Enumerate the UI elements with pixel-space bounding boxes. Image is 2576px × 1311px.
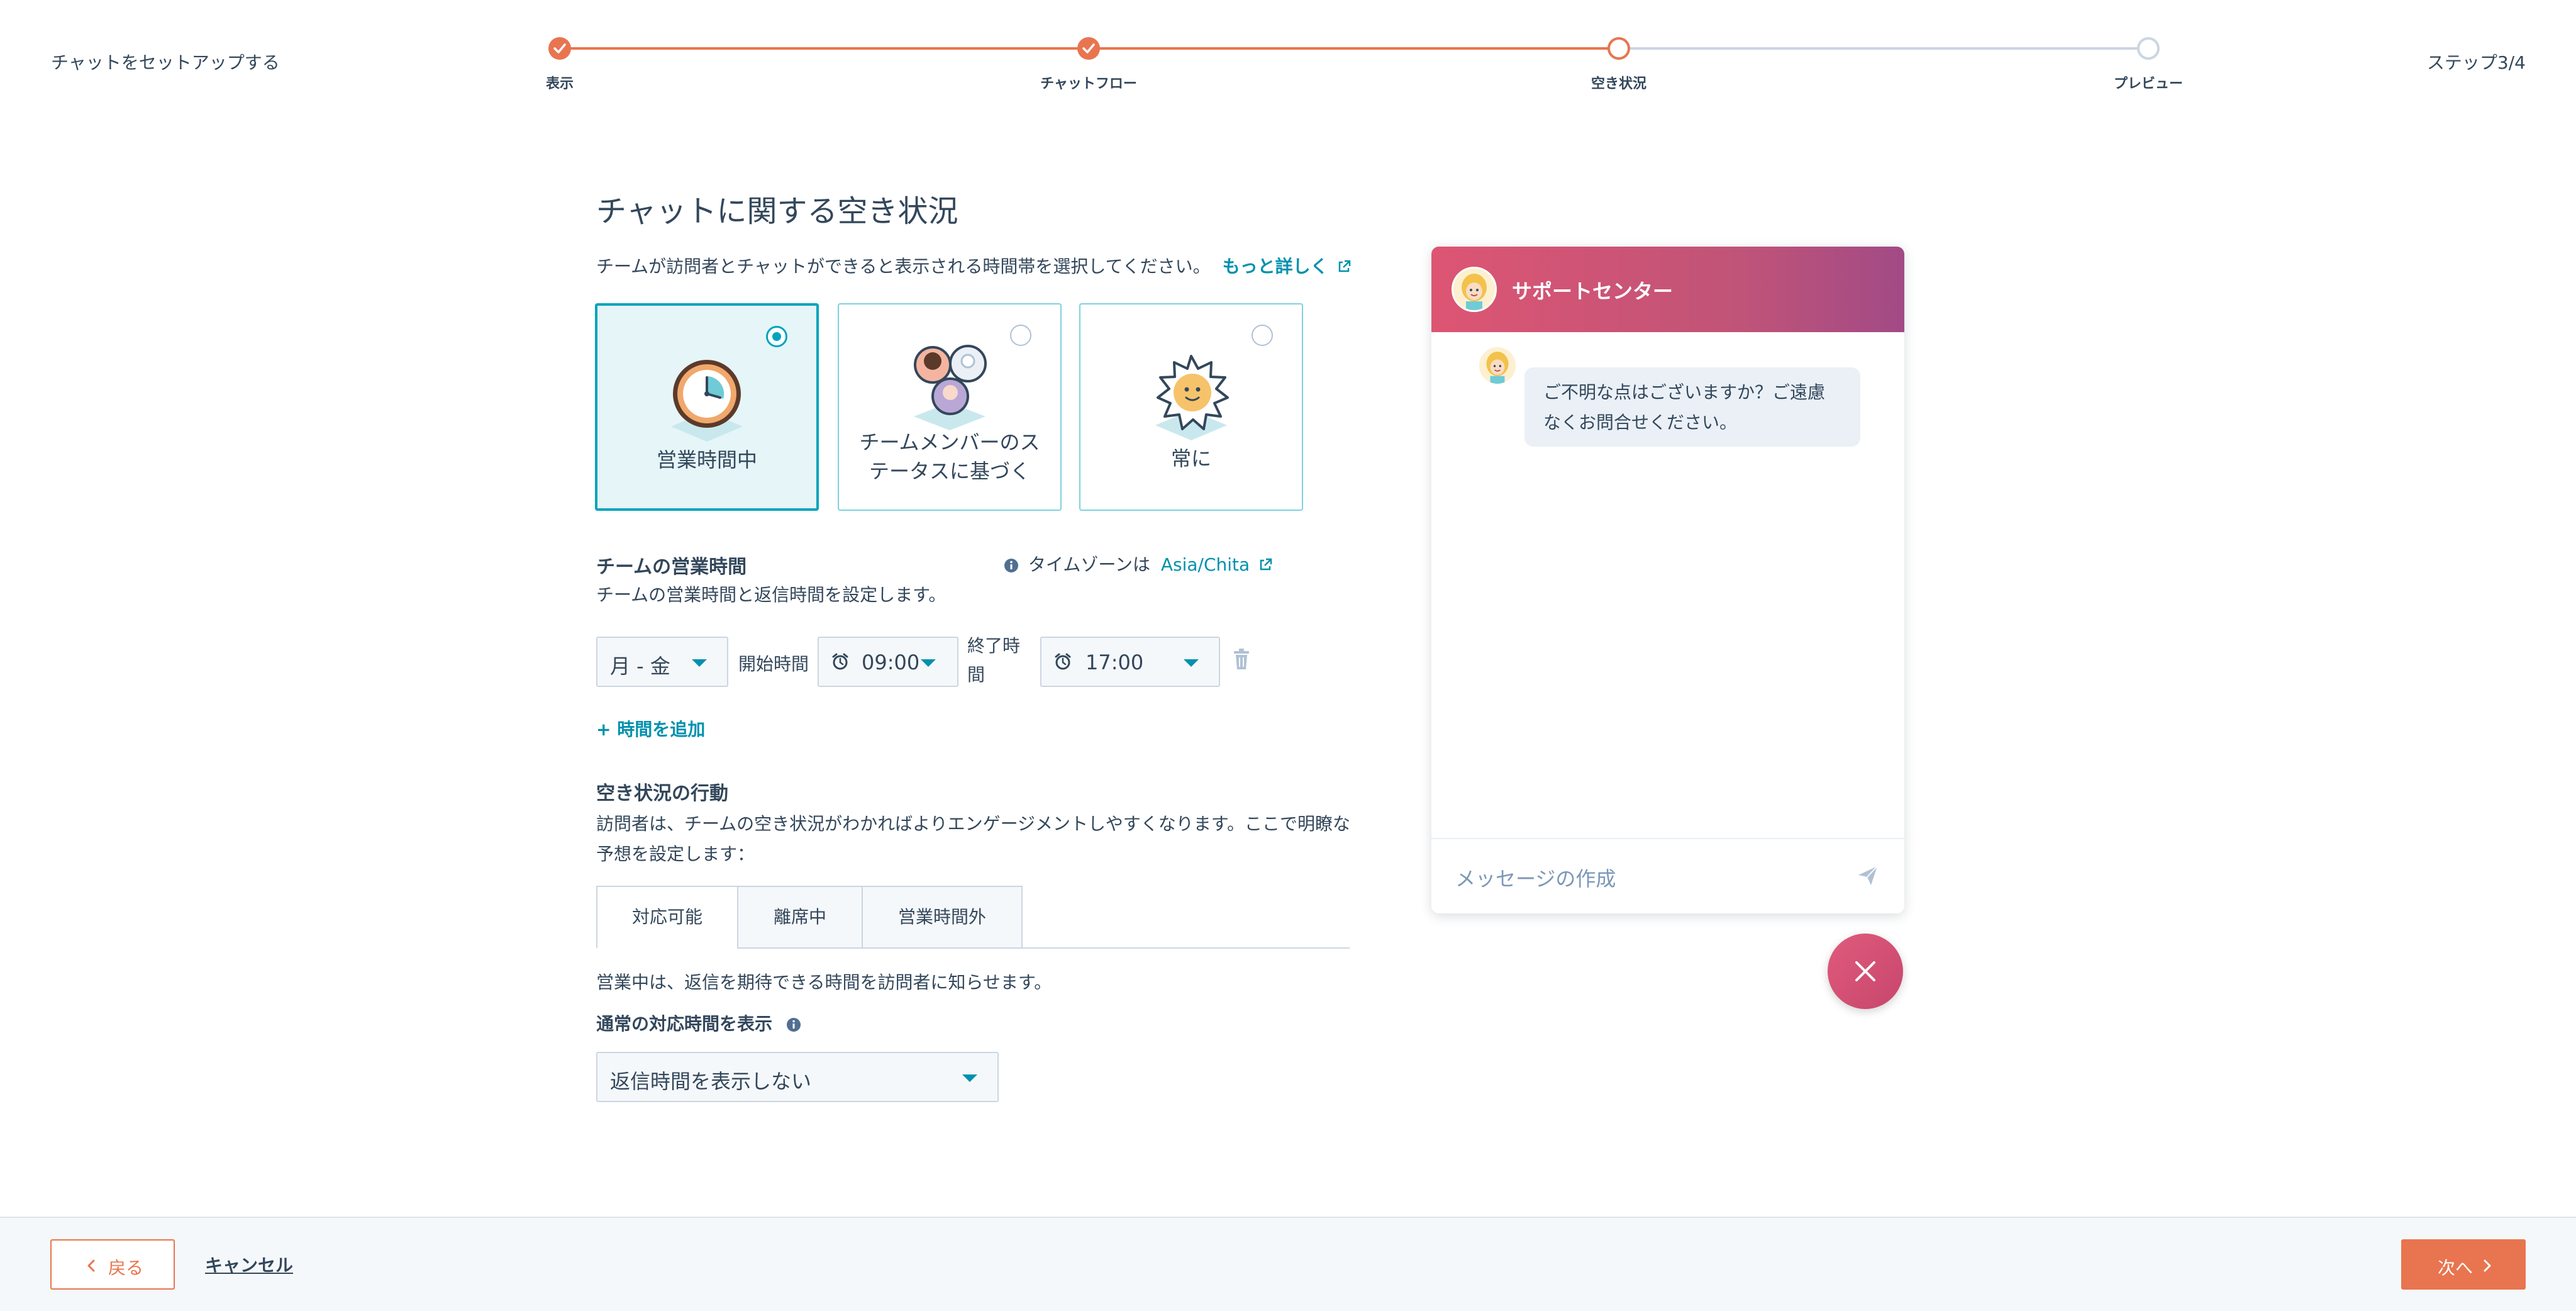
external-link-icon: [1339, 260, 1351, 272]
cancel-button[interactable]: キャンセル: [205, 1252, 293, 1277]
option-business-hours-label: 営業時間中: [656, 448, 757, 472]
app-title: チャットをセットアップする: [51, 52, 280, 73]
days-dropdown[interactable]: 月 - 金: [596, 637, 728, 687]
info-icon: [1004, 559, 1018, 572]
reply-time-dropdown[interactable]: 返信時間を表示しない: [596, 1052, 999, 1102]
option-team-status-label-line2: テータスに基づく: [869, 459, 1030, 483]
check-icon: [1082, 43, 1095, 53]
step-4-label[interactable]: プレビュー: [2114, 72, 2183, 92]
close-icon: [1855, 961, 1875, 981]
step-counter: ステップ3/4: [2426, 52, 2526, 73]
add-time-link[interactable]: + 時間を追加: [596, 716, 705, 741]
reply-time-label-text: 通常の対応時間を表示: [596, 1013, 773, 1034]
option-team-status-label: チームメンバーのス テータスに基づく: [839, 428, 1060, 486]
info-icon[interactable]: [786, 1017, 801, 1032]
radio-always[interactable]: [1252, 325, 1273, 346]
end-time-dropdown[interactable]: 17:00: [1040, 637, 1220, 687]
step-1-label[interactable]: 表示: [546, 72, 574, 92]
behavior-description-line1: 訪問者は、チームの空き状況がわかればよりエンゲージメントしやすくなります。ここで…: [596, 813, 1350, 834]
chat-preview: サポートセンター ご不明な点はございますか？ご遠慮 なくお問合せください。 メッ…: [1431, 247, 1904, 913]
tab-outside-hours[interactable]: 営業時間外: [862, 886, 1023, 949]
radio-business-hours[interactable]: [766, 326, 787, 347]
chevron-left-icon: [87, 1259, 95, 1272]
chat-message-line1: ご不明な点はございますか？ご遠慮: [1543, 382, 1826, 403]
behavior-title: 空き状況の行動: [596, 783, 728, 805]
option-always[interactable]: 常に: [1079, 303, 1303, 511]
chevron-down-icon: [962, 1074, 977, 1082]
agent-avatar-image: [1479, 347, 1516, 384]
step-3-indicator[interactable]: [1607, 37, 1630, 60]
step-3-label[interactable]: 空き状況: [1591, 72, 1646, 92]
next-button[interactable]: 次へ: [2401, 1239, 2526, 1290]
chat-input-divider: [1431, 838, 1904, 839]
chat-message-input[interactable]: メッセージの作成: [1455, 863, 1616, 892]
timezone-value: Asia/Chita: [1160, 554, 1250, 575]
intro-description: チームが訪問者とチャットができると表示される時間帯を選択してください。: [596, 256, 1211, 277]
chevron-down-icon: [921, 659, 936, 667]
learn-more-link[interactable]: もっと詳しく: [1223, 256, 1352, 277]
tabs-baseline: [1023, 947, 1350, 949]
behavior-description: 訪問者は、チームの空き状況がわかればよりエンゲージメントしやすくなります。ここで…: [596, 809, 1351, 869]
top-bar: チャットをセットアップする ステップ3/4 表示 チャットフロー 空き状況 プレ…: [0, 0, 2576, 120]
timezone-info: タイムゾーンは Asia/Chita: [1004, 551, 1273, 576]
intro-text: チームが訪問者とチャットができると表示される時間帯を選択してください。 もっと詳…: [596, 253, 1352, 278]
chevron-down-icon: [692, 659, 707, 667]
sun-icon: [1155, 355, 1229, 440]
option-team-status[interactable]: チームメンバーのス テータスに基づく: [838, 303, 1062, 511]
step-2-label[interactable]: チャットフロー: [1040, 72, 1137, 92]
reply-time-value: 返信時間を表示しない: [610, 1069, 812, 1093]
avatar: [1452, 267, 1497, 312]
option-always-label: 常に: [1170, 447, 1211, 471]
timezone-link[interactable]: Asia/Chita: [1161, 554, 1273, 575]
avatar: [1479, 347, 1516, 384]
end-time-label-line1: 終了時: [967, 635, 1021, 656]
progress-track-remaining: [1619, 47, 2148, 50]
step-2-indicator[interactable]: [1077, 37, 1100, 60]
chat-close-button[interactable]: [1828, 934, 1903, 1009]
step-1-indicator[interactable]: [548, 37, 571, 60]
step-4-indicator[interactable]: [2137, 37, 2160, 60]
end-time-label-line2: 間: [967, 664, 985, 685]
send-icon[interactable]: [1857, 864, 1879, 887]
start-time-label: 開始時間: [738, 654, 809, 674]
chevron-right-icon: [2484, 1259, 2491, 1272]
team-icon: [914, 345, 987, 430]
behavior-description-line2: 予想を設定します：: [596, 844, 755, 864]
tab-available[interactable]: 対応可能: [596, 886, 738, 949]
alarm-clock-icon: [832, 653, 848, 670]
tab-description: 営業中は、返信を期待できる時間を訪問者に知らせます。: [596, 972, 1052, 993]
chat-header: サポートセンター: [1431, 247, 1904, 332]
chat-message-bubble: ご不明な点はございますか？ご遠慮 なくお問合せください。: [1524, 367, 1860, 447]
page-title: チャットに関する空き状況: [596, 194, 958, 229]
start-time-dropdown[interactable]: 09:00: [818, 637, 958, 687]
team-hours-title: チームの営業時間: [596, 556, 747, 578]
chat-header-title: サポートセンター: [1512, 279, 1674, 303]
check-icon: [553, 43, 566, 53]
back-button-label: 戻る: [108, 1258, 144, 1278]
option-team-status-label-line1: チームメンバーのス: [859, 430, 1040, 454]
option-business-hours[interactable]: 営業時間中: [595, 303, 819, 511]
radio-team-status[interactable]: [1010, 325, 1031, 346]
days-value: 月 - 金: [610, 654, 670, 678]
chat-message-line2: なくお問合せください。: [1543, 412, 1738, 433]
next-button-label: 次へ: [2438, 1258, 2473, 1278]
trash-icon[interactable]: [1233, 648, 1250, 671]
end-time-value: 17:00: [1085, 650, 1144, 674]
external-link-icon: [1260, 558, 1272, 571]
start-time-value: 09:00: [862, 650, 920, 674]
footer-bar: 戻る キャンセル 次へ: [0, 1217, 2576, 1311]
back-button[interactable]: 戻る: [50, 1239, 175, 1290]
end-time-label: 終了時 間: [967, 632, 1020, 689]
tab-away[interactable]: 離席中: [737, 886, 863, 949]
chevron-down-icon: [1184, 659, 1199, 667]
agent-avatar-image: [1453, 269, 1495, 310]
reply-time-label: 通常の対応時間を表示: [596, 1010, 801, 1035]
team-hours-description: チームの営業時間と返信時間を設定します。: [596, 584, 947, 605]
learn-more-label: もっと詳しく: [1222, 256, 1328, 277]
timezone-prefix: タイムゾーンは: [1028, 554, 1150, 575]
clock-icon: [671, 360, 743, 442]
alarm-clock-icon: [1055, 653, 1071, 670]
